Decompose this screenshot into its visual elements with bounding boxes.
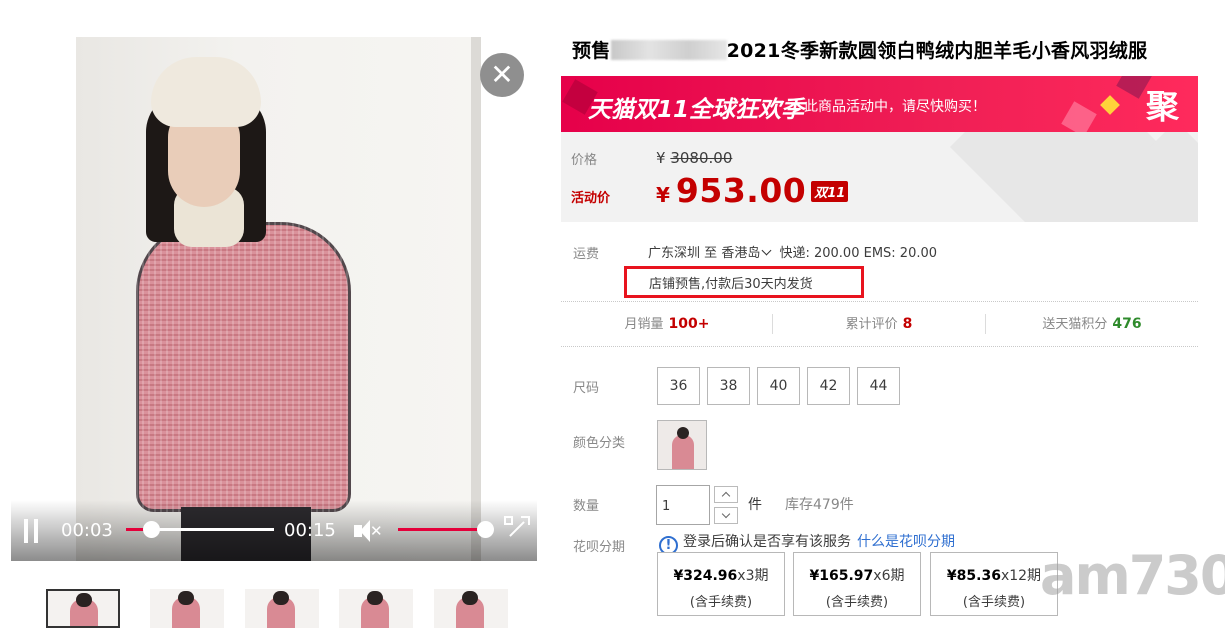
model-hat: [151, 57, 261, 127]
thumbnail-4[interactable]: [339, 589, 413, 628]
stat-monthly-sales: 月销量 100+: [624, 316, 710, 332]
double11-tag: 双11: [811, 181, 849, 202]
product-page: ✕ 00:03 00:15 ✕ 预售 2021冬季新款圆领白鸭绒内胆羊毛小香风羽绒…: [0, 0, 1225, 628]
current-time: 00:03: [61, 520, 113, 541]
product-photo: [76, 37, 481, 561]
juhuasuan-badge: 聚: [1146, 87, 1179, 126]
installment-label: 花呗分期: [573, 540, 626, 555]
installment-info-text: 登录后确认是否享有该服务: [683, 534, 851, 550]
fullscreen-icon[interactable]: [504, 516, 530, 542]
promo-price: ¥953.00 双11: [656, 171, 849, 210]
ship-to-word: 至: [704, 246, 718, 261]
model-coat-texture: [136, 222, 351, 512]
shipping-info: 广东深圳 至 香港岛 快递: 200.00 EMS: 20.00: [648, 242, 937, 261]
size-option[interactable]: 42: [807, 367, 850, 405]
size-option[interactable]: 36: [657, 367, 700, 405]
close-icon: ✕: [490, 58, 514, 91]
size-option[interactable]: 38: [707, 367, 750, 405]
blurred-brand: [610, 40, 727, 60]
am730-watermark: am730: [1040, 544, 1225, 607]
size-label: 尺码: [573, 381, 600, 396]
banner-star: [1100, 95, 1120, 115]
title-suffix: 2021冬季新款圆领白鸭绒内胆羊毛小香风羽绒服: [726, 40, 1148, 62]
sales-stats: 月销量 100+ 累计评价 8 送天猫积分 476: [561, 301, 1198, 347]
price-panel: 价格 ¥ 3080.00 活动价 ¥953.00 双11: [561, 132, 1198, 222]
banner-logo: 天猫双11全球狂欢季: [588, 97, 805, 123]
quantity-input[interactable]: 1: [656, 485, 710, 525]
size-option[interactable]: 44: [857, 367, 900, 405]
quantity-unit: 件: [748, 497, 762, 513]
stat-reviews[interactable]: 累计评价 8: [773, 302, 985, 346]
ship-destination-select[interactable]: 香港岛: [721, 246, 760, 261]
close-video-button[interactable]: ✕: [480, 53, 524, 97]
installment-plan-3[interactable]: ¥324.96x3期 (含手续费): [657, 552, 785, 616]
color-swatch[interactable]: [657, 420, 707, 470]
promo-banner[interactable]: 天猫双11全球狂欢季 此商品活动中，请尽快购买！ 聚: [561, 76, 1198, 132]
installment-plan-6[interactable]: ¥165.97x6期 (含手续费): [793, 552, 921, 616]
thumbnail-5[interactable]: [434, 589, 508, 628]
original-price: ¥ 3080.00: [656, 149, 733, 167]
progress-handle[interactable]: [143, 521, 161, 538]
size-option[interactable]: 40: [757, 367, 800, 405]
installment-help-link[interactable]: 什么是花呗分期: [857, 534, 955, 550]
product-title: 预售 2021冬季新款圆领白鸭绒内胆羊毛小香风羽绒服: [572, 36, 1147, 63]
quantity-label: 数量: [573, 499, 600, 514]
volume-handle[interactable]: [477, 521, 494, 538]
pause-icon[interactable]: [23, 519, 39, 543]
thumbnail-3[interactable]: [245, 589, 319, 628]
ship-from: 广东深圳: [648, 246, 701, 261]
quantity-decrease-button[interactable]: [714, 507, 738, 524]
stock-count: 库存479件: [785, 497, 854, 513]
thumbnail-1[interactable]: [46, 589, 120, 628]
chevron-down-icon[interactable]: [761, 245, 772, 256]
quantity-increase-button[interactable]: [714, 486, 738, 503]
video-controls: 00:03 00:15 ✕: [11, 500, 537, 561]
shipping-fees: 快递: 200.00 EMS: 20.00: [779, 246, 938, 261]
installment-plan-12[interactable]: ¥85.36x12期 (含手续费): [930, 552, 1058, 616]
banner-message: 此商品活动中，请尽快购买！: [804, 99, 986, 115]
thumbnail-2[interactable]: [150, 589, 224, 628]
mute-icon[interactable]: ✕: [354, 520, 383, 542]
stat-points: 送天猫积分 476: [1042, 316, 1142, 332]
product-video[interactable]: [11, 37, 537, 561]
presale-note: 店铺预售,付款后30天内发货: [624, 266, 864, 298]
color-label: 颜色分类: [573, 436, 626, 451]
chevron-down-icon: [721, 509, 731, 519]
duration: 00:15: [284, 520, 336, 541]
chevron-up-icon: [721, 491, 731, 501]
title-prefix: 预售: [572, 40, 611, 62]
banner-decor: [1061, 101, 1097, 132]
promo-price-label: 活动价: [571, 191, 611, 206]
volume-slider[interactable]: [398, 521, 494, 538]
price-label: 价格: [571, 153, 598, 168]
photo-door-edge: [471, 37, 481, 561]
progress-bar[interactable]: [126, 521, 274, 538]
shipping-label: 运费: [573, 247, 600, 262]
